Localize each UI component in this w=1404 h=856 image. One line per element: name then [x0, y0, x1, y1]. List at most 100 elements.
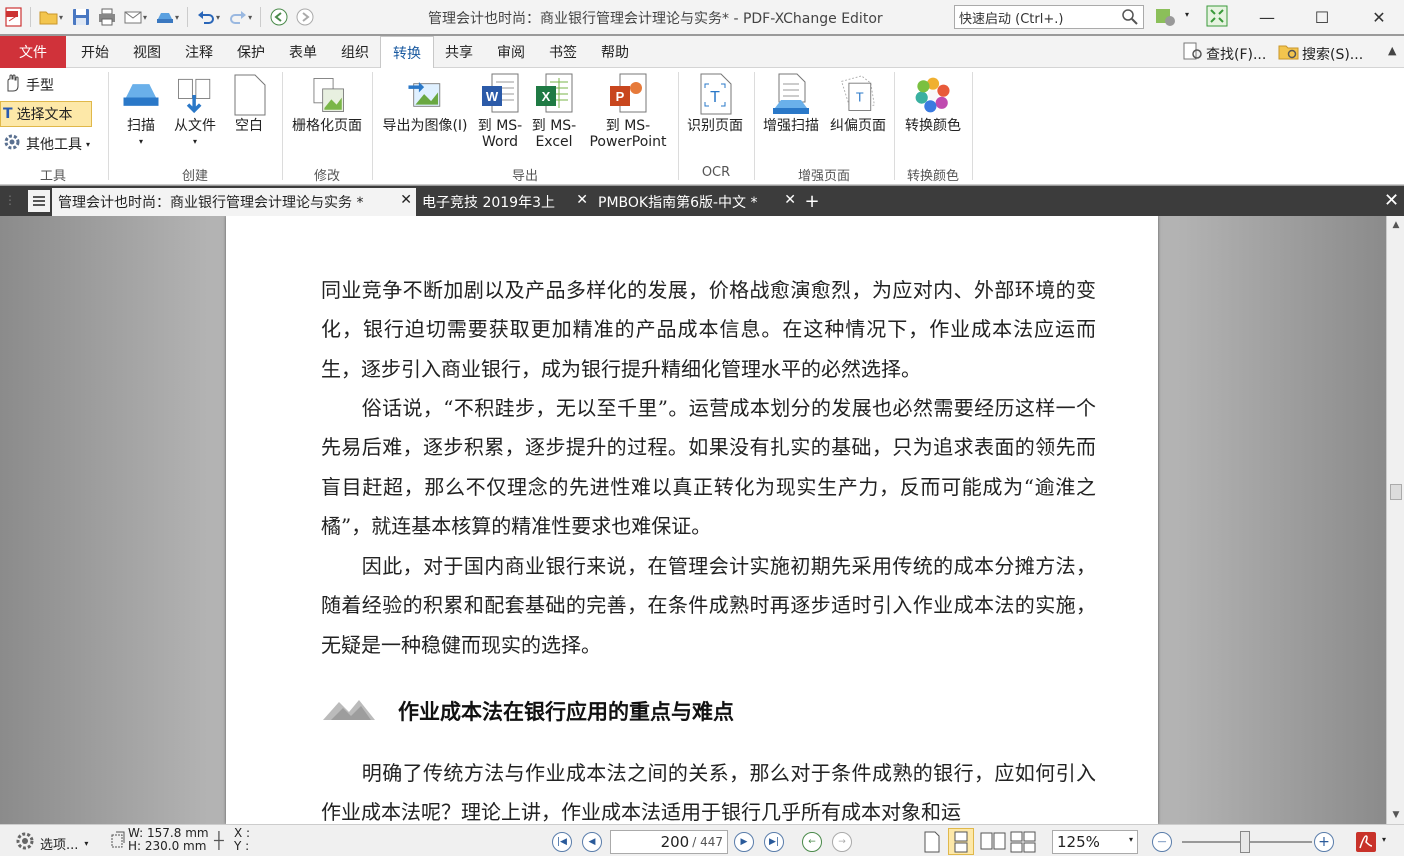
scan-button[interactable]: 扫描 ▾ [114, 72, 168, 150]
next-page-button[interactable]: ▶ [734, 832, 754, 852]
zoom-slider-thumb[interactable] [1240, 831, 1250, 853]
zoom-in-button[interactable]: + [1314, 832, 1334, 852]
document-tab-bar: ⋮ 管理会计也时尚：商业银行管理会计理论与实务 * ✕ 电子竞技 2019年3上… [0, 186, 1404, 216]
enhance-scan-button[interactable]: 增强扫描 [758, 72, 824, 134]
close-button[interactable]: ✕ [1356, 0, 1402, 34]
doc-tab[interactable]: PMBOK指南第6版-中文 * ✕ [592, 188, 800, 216]
chevron-down-icon[interactable]: ▾ [175, 13, 179, 22]
chevron-down-icon[interactable]: ▾ [143, 13, 147, 22]
document-view[interactable]: 同业竞争不断加剧以及产品多样化的发展，价格战愈演愈烈，为应对内、外部环境的变化，… [0, 216, 1386, 824]
svg-text:P: P [616, 89, 625, 104]
from-file-icon [175, 72, 215, 118]
chevron-down-icon[interactable]: ▾ [216, 13, 220, 22]
redo-icon[interactable] [226, 5, 250, 29]
first-page-button[interactable]: |◀ [552, 832, 572, 852]
app-logo-icon[interactable] [2, 5, 26, 29]
quick-launch-input[interactable]: 快速启动 (Ctrl+.) [954, 5, 1144, 29]
back-icon[interactable] [267, 5, 291, 29]
new-tab-icon[interactable]: + [802, 190, 822, 212]
close-all-tabs-icon[interactable]: ✕ [1384, 190, 1399, 211]
tab-bookmarks[interactable]: 书签 [540, 36, 586, 68]
hand-tool[interactable]: 手型 [0, 72, 110, 98]
search-folder-icon [1278, 42, 1302, 66]
single-page-view-icon[interactable] [922, 831, 942, 856]
fullscreen-icon[interactable] [1206, 5, 1228, 31]
scroll-up-icon[interactable]: ▲ [1387, 216, 1404, 234]
facing-continuous-view-icon[interactable] [1010, 831, 1036, 856]
select-text-tool[interactable]: T 选择文本 [0, 101, 92, 127]
close-tab-icon[interactable]: ✕ [400, 192, 412, 208]
page-number-input[interactable]: 200 / 447 [610, 830, 728, 854]
tab-organize[interactable]: 组织 [332, 36, 378, 68]
to-excel-button[interactable]: X 到 MS- Excel [528, 72, 580, 150]
from-file-button[interactable]: 从文件 ▾ [168, 72, 222, 150]
chevron-down-icon[interactable]: ▾ [248, 13, 252, 22]
close-tab-icon[interactable]: ✕ [784, 192, 796, 208]
tab-comment[interactable]: 注释 [176, 36, 222, 68]
to-word-button[interactable]: W 到 MS- Word [474, 72, 526, 150]
doc-tab[interactable]: 管理会计也时尚：商业银行管理会计理论与实务 * ✕ [52, 188, 416, 216]
maximize-button[interactable]: ☐ [1299, 0, 1345, 34]
tools-gear-icon [2, 132, 22, 156]
pdf-logo-icon[interactable] [1354, 830, 1378, 856]
close-tab-icon[interactable]: ✕ [576, 192, 588, 208]
tab-form[interactable]: 表单 [280, 36, 326, 68]
paragraph: 因此，对于国内商业银行来说，在管理会计实施初期先采用传统的成本分摊方法，随着经验… [321, 554, 1096, 657]
zoom-select[interactable]: 125% ▾ [1052, 830, 1138, 854]
save-icon[interactable] [69, 5, 93, 29]
tab-view[interactable]: 视图 [124, 36, 170, 68]
tab-convert[interactable]: 转换 [380, 36, 434, 69]
scroll-down-icon[interactable]: ▼ [1387, 806, 1404, 824]
tab-list-icon[interactable] [28, 190, 50, 212]
status-bar: 选项... ▾ W: 157.8 mm H: 230.0 mm ┼ X : Y … [0, 824, 1404, 856]
collapse-ribbon-icon[interactable]: ▲ [1388, 44, 1396, 57]
scan-icon[interactable] [153, 5, 177, 29]
recognize-page-button[interactable]: T 识别页面 [682, 72, 748, 134]
rasterize-button[interactable]: 栅格化页面 [286, 72, 368, 134]
print-icon[interactable] [95, 5, 119, 29]
group-label-export: 导出 [511, 169, 538, 184]
chevron-down-icon: ▾ [84, 838, 89, 848]
chevron-down-icon[interactable]: ▾ [59, 13, 63, 22]
undo-icon[interactable] [194, 5, 218, 29]
email-icon[interactable] [121, 5, 145, 29]
crosshair-icon: ┼ [214, 831, 224, 850]
forward-icon[interactable] [293, 5, 317, 29]
tab-home[interactable]: 开始 [72, 36, 118, 68]
other-tools-button[interactable]: 其他工具 ▾ [0, 131, 110, 157]
export-image-button[interactable]: 导出为图像(I) [378, 72, 472, 134]
doc-tab[interactable]: 电子竞技 2019年3上 ✕ [416, 188, 592, 216]
convert-colors-button[interactable]: 转换颜色 [898, 72, 968, 134]
search-button[interactable]: 搜索(S)... [1278, 42, 1363, 66]
tab-file[interactable]: 文件 [0, 36, 66, 68]
search-icon [1121, 8, 1139, 30]
minimize-button[interactable]: — [1244, 0, 1290, 34]
vertical-scrollbar[interactable]: ▲ ▼ [1386, 216, 1404, 824]
to-powerpoint-button[interactable]: P 到 MS- PowerPoint [582, 72, 674, 150]
continuous-view-icon[interactable] [948, 828, 974, 855]
page-size-icon [110, 831, 126, 853]
tab-share[interactable]: 共享 [436, 36, 482, 68]
chevron-down-icon[interactable]: ▾ [1382, 835, 1386, 844]
blank-button[interactable]: 空白 [222, 72, 276, 134]
zoom-out-button[interactable]: — [1152, 832, 1172, 852]
tab-protect[interactable]: 保护 [228, 36, 274, 68]
customize-icon[interactable] [1154, 5, 1178, 33]
options-button[interactable]: 选项... ▾ [14, 830, 88, 856]
scroll-thumb[interactable] [1390, 484, 1402, 500]
pdf-page[interactable]: 同业竞争不断加剧以及产品多样化的发展，价格战愈演愈烈，为应对内、外部环境的变化，… [226, 216, 1158, 824]
previous-page-button[interactable]: ◀ [582, 832, 602, 852]
find-button[interactable]: 查找(F)... [1182, 42, 1266, 66]
tab-help[interactable]: 帮助 [592, 36, 638, 68]
deskew-button[interactable]: T 纠偏页面 [826, 72, 890, 134]
chevron-down-icon[interactable]: ▾ [1185, 10, 1189, 19]
open-folder-icon[interactable] [37, 5, 61, 29]
svg-text:T: T [856, 89, 864, 104]
previous-view-button[interactable]: ← [802, 832, 822, 852]
group-label-tools: 工具 [39, 169, 66, 184]
next-view-button[interactable]: → [832, 832, 852, 852]
last-page-button[interactable]: ▶| [764, 832, 784, 852]
tab-review[interactable]: 审阅 [488, 36, 534, 68]
facing-view-icon[interactable] [980, 831, 1006, 856]
excel-icon: X [534, 72, 574, 118]
